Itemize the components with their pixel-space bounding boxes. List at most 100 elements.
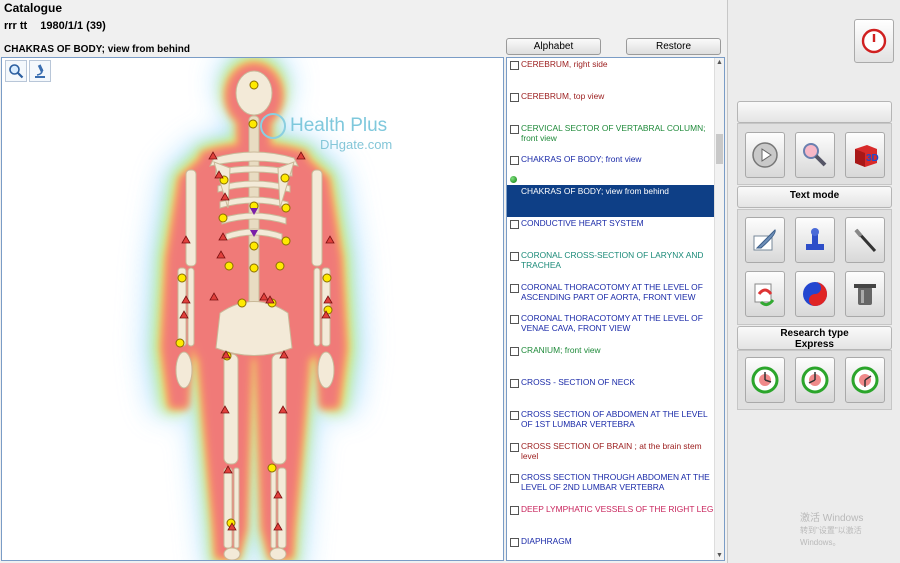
catalogue-list[interactable]: CEREBRUM, right side CEREBRUM, top view CE… bbox=[506, 57, 725, 561]
power-button[interactable] bbox=[854, 19, 894, 63]
mode-bar bbox=[737, 101, 892, 123]
clock-icon bbox=[851, 366, 879, 394]
list-item-label: CHAKRAS OF BODY; view from behind bbox=[521, 186, 669, 197]
feather-pen-icon bbox=[753, 229, 776, 251]
list-item-label: CORONAL THORACOTOMY AT THE LEVEL OF ASCE… bbox=[521, 281, 703, 302]
text-mode-label: Text mode bbox=[737, 186, 892, 208]
yin-yang-icon bbox=[803, 282, 827, 306]
list-item-checkbox[interactable] bbox=[510, 506, 519, 516]
list-item-label: CONDUCTIVE HEART SYSTEM bbox=[521, 217, 644, 228]
stamp-icon bbox=[806, 228, 824, 250]
list-item[interactable]: CEREBRUM, right side bbox=[507, 58, 715, 90]
os-activation-watermark: 激活 Windows 转到"设置"以激活 Windows。 bbox=[800, 513, 900, 549]
list-item[interactable]: CROSS - SECTION OF NECK bbox=[507, 376, 715, 408]
window-title: Catalogue bbox=[4, 1, 63, 15]
probe-icon bbox=[854, 228, 877, 253]
power-icon bbox=[861, 28, 887, 54]
list-item[interactable]: CERVICAL SECTOR OF VERTABRAL COLUMN; fro… bbox=[507, 122, 715, 154]
list-item-label: CROSS - SECTION OF NECK bbox=[521, 376, 636, 387]
list-item-label: CEREBRUM, right side bbox=[521, 59, 608, 69]
list-item-label: CERVICAL SECTOR OF VERTABRAL COLUMN; fro… bbox=[521, 122, 706, 143]
list-item[interactable]: CRANIUM; front view bbox=[507, 344, 715, 376]
list-item-checkbox[interactable] bbox=[510, 156, 519, 166]
stamp-button[interactable] bbox=[795, 217, 835, 263]
list-item-checkbox[interactable] bbox=[510, 251, 519, 261]
list-item-checkbox[interactable] bbox=[510, 537, 519, 547]
scroll-up-icon[interactable]: ▲ bbox=[716, 59, 723, 66]
list-item-checkbox[interactable] bbox=[510, 442, 519, 452]
os-watermark-line1: 激活 Windows bbox=[800, 513, 864, 524]
list-item-checkbox[interactable] bbox=[510, 410, 519, 420]
list-item-label: CROSS SECTION OF ABDOMEN AT THE LEVEL OF… bbox=[521, 408, 708, 429]
list-scrollbar[interactable]: ▲ ▼ bbox=[714, 58, 724, 560]
research-group bbox=[737, 350, 892, 410]
list-item[interactable]: CORONAL THORACOTOMY AT THE LEVEL OF VENA… bbox=[507, 312, 715, 344]
list-item-label: CORONAL THORACOTOMY AT THE LEVEL OF VENA… bbox=[521, 313, 703, 334]
report-icon bbox=[754, 283, 775, 307]
list-item-checkbox[interactable] bbox=[510, 61, 519, 70]
research-button-3[interactable] bbox=[845, 357, 885, 403]
list-item[interactable]: CROSS SECTION OF BRAIN ; at the brain st… bbox=[507, 440, 715, 472]
probe-button[interactable] bbox=[845, 217, 885, 263]
view-title: CHAKRAS OF BODY; view from behind bbox=[4, 44, 190, 55]
list-item-checkbox[interactable] bbox=[510, 283, 519, 293]
report-button[interactable] bbox=[745, 271, 785, 317]
zoom-icon[interactable] bbox=[5, 60, 27, 82]
list-item[interactable]: CHAKRAS OF BODY; view from behind bbox=[507, 185, 715, 217]
body-viewer[interactable]: Health Plus DHgate.com bbox=[1, 57, 504, 561]
container-icon bbox=[854, 284, 876, 305]
list-item[interactable]: CROSS SECTION THROUGH ABDOMEN AT THE LEV… bbox=[507, 471, 715, 503]
clock-icon bbox=[751, 366, 779, 394]
restore-button[interactable]: Restore bbox=[626, 38, 721, 55]
research-button-1[interactable] bbox=[745, 357, 785, 403]
list-item-label: DIAPHRAGM bbox=[521, 535, 572, 546]
list-item-checkbox[interactable] bbox=[510, 219, 519, 229]
list-item-checkbox[interactable] bbox=[510, 92, 519, 102]
list-item-label: CROSS SECTION OF BRAIN ; at the brain st… bbox=[521, 440, 702, 461]
clock-icon bbox=[801, 366, 829, 394]
list-item[interactable]: DIAPHRAGM bbox=[507, 535, 715, 560]
body-chakra-image bbox=[147, 58, 361, 560]
list-item-label: CHAKRAS OF BODY; front view bbox=[521, 154, 642, 165]
play-button[interactable] bbox=[745, 132, 785, 178]
magnify-button[interactable] bbox=[795, 132, 835, 178]
list-item[interactable]: CORONAL THORACOTOMY AT THE LEVEL OF ASCE… bbox=[507, 281, 715, 313]
list-item[interactable]: CHAKRAS OF BODY; front view bbox=[507, 153, 715, 185]
notes-button[interactable] bbox=[745, 217, 785, 263]
list-item-checkbox[interactable] bbox=[510, 315, 519, 325]
list-item-checkbox[interactable] bbox=[510, 347, 519, 357]
list-item-checkbox[interactable] bbox=[510, 378, 519, 388]
list-item[interactable]: CORONAL CROSS-SECTION OF LARYNX AND TRAC… bbox=[507, 249, 715, 281]
alphabet-button[interactable]: Alphabet bbox=[506, 38, 601, 55]
svg-text:3D: 3D bbox=[866, 153, 879, 164]
right-panel: 3D Text mode Research type Express 激活 Wi… bbox=[727, 0, 900, 563]
scroll-thumb[interactable] bbox=[716, 134, 723, 164]
list-item-checkbox[interactable] bbox=[510, 124, 519, 134]
research-type-value: Express bbox=[795, 339, 834, 350]
list-item-label: CRANIUM; front view bbox=[521, 345, 601, 356]
tool-group-1: 3D bbox=[737, 123, 892, 185]
patient-info: rrr tt 1980/1/1 (39) bbox=[4, 20, 116, 32]
active-indicator-icon bbox=[510, 176, 517, 184]
scroll-down-icon[interactable]: ▼ bbox=[716, 552, 723, 559]
list-item-label: CORONAL CROSS-SECTION OF LARYNX AND TRAC… bbox=[521, 249, 704, 270]
patient-name: rrr tt bbox=[4, 20, 28, 32]
magnifier-icon bbox=[803, 143, 827, 167]
play-icon bbox=[752, 142, 778, 168]
list-item[interactable]: CROSS SECTION OF ABDOMEN AT THE LEVEL OF… bbox=[507, 408, 715, 440]
list-item-label: DEEP LYMPHATIC VESSELS OF THE RIGHT LEG bbox=[521, 504, 714, 515]
research-button-2[interactable] bbox=[795, 357, 835, 403]
research-type-title: Research type bbox=[780, 328, 849, 339]
3d-view-button[interactable]: 3D bbox=[845, 132, 885, 178]
microscope-icon[interactable] bbox=[29, 60, 51, 82]
tool-group-2 bbox=[737, 209, 892, 325]
list-item[interactable]: CONDUCTIVE HEART SYSTEM bbox=[507, 217, 715, 249]
list-item-label: CEREBRUM, top view bbox=[521, 90, 605, 101]
list-item-checkbox[interactable] bbox=[510, 474, 519, 484]
list-item[interactable]: CEREBRUM, top view bbox=[507, 90, 715, 122]
patient-birthdate: 1980/1/1 (39) bbox=[40, 20, 106, 32]
container-button[interactable] bbox=[845, 271, 885, 317]
list-item[interactable]: DEEP LYMPHATIC VESSELS OF THE RIGHT LEG bbox=[507, 503, 715, 535]
list-item-label: CROSS SECTION THROUGH ABDOMEN AT THE LEV… bbox=[521, 472, 710, 493]
yin-yang-button[interactable] bbox=[795, 271, 835, 317]
